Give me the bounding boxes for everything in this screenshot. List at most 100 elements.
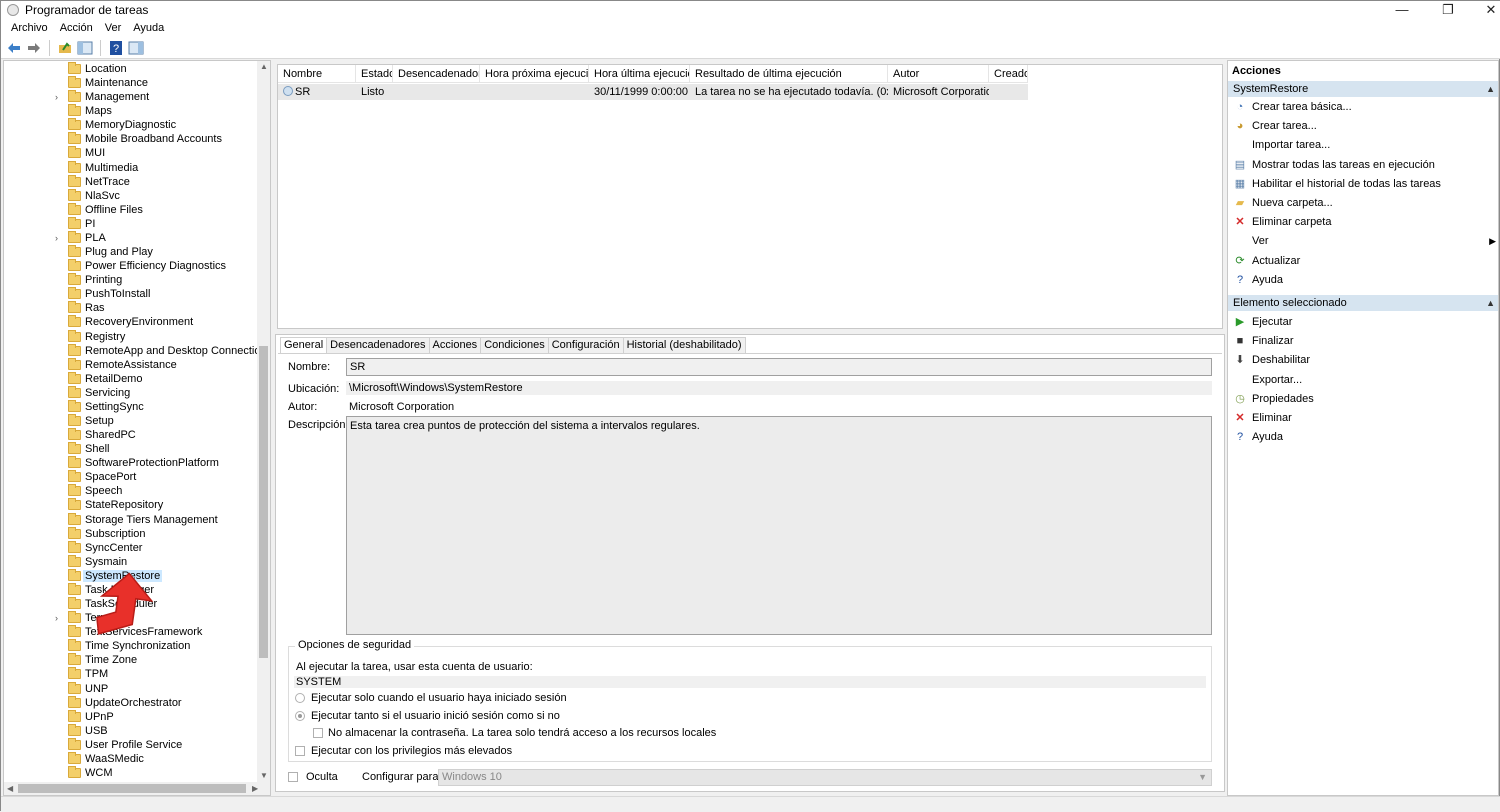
action-item[interactable]: ⬇ Deshabilitar — [1228, 352, 1498, 368]
tree-folder-item[interactable]: Time Zone — [4, 653, 259, 667]
action-item[interactable]: ? Ayuda — [1228, 272, 1498, 288]
menu-accion[interactable]: Acción — [54, 22, 99, 34]
menu-archivo[interactable]: Archivo — [5, 22, 54, 34]
tree-folder-item[interactable]: PushToInstall — [4, 287, 259, 301]
tree-folder-item[interactable]: UPnP — [4, 709, 259, 724]
column-header-resultado[interactable]: Resultado de última ejecución — [690, 65, 888, 82]
expand-chevron-icon[interactable]: › — [55, 92, 63, 102]
expand-chevron-icon[interactable]: › — [55, 233, 63, 243]
column-header-autor[interactable]: Autor — [888, 65, 989, 82]
configure-for-select[interactable]: Windows 10 ▼ — [438, 769, 1212, 786]
column-header-hora-proxima[interactable]: Hora próxima ejecución — [480, 65, 589, 82]
tree-horizontal-scrollbar[interactable]: ◀ ▶ — [4, 782, 270, 795]
tree-folder-item[interactable]: User Profile Service — [4, 737, 259, 752]
radio-run-logged-on[interactable] — [295, 693, 305, 703]
action-item[interactable]: Importar tarea... — [1228, 137, 1498, 153]
tree-folder-item[interactable]: PI — [4, 216, 259, 231]
hidden-checkbox[interactable] — [288, 772, 298, 782]
tree-folder-item[interactable]: UNP — [4, 681, 259, 696]
tree-folder-item[interactable]: WCM — [4, 766, 259, 780]
tree-folder-item[interactable]: RemoteAssistance — [4, 357, 259, 372]
tree-folder-item[interactable]: Power Efficiency Diagnostics — [4, 259, 259, 273]
tree-folder-item[interactable]: › Management — [4, 90, 259, 104]
tree-folder-item[interactable]: SoftwareProtectionPlatform — [4, 456, 259, 470]
menu-ver[interactable]: Ver — [99, 22, 128, 34]
expand-chevron-icon[interactable]: › — [55, 613, 63, 623]
tree-folder-item[interactable]: SharedPC — [4, 428, 259, 442]
tree-folder-item[interactable]: Maintenance — [4, 76, 259, 90]
action-item[interactable]: Ver ▶ — [1228, 233, 1498, 249]
no-store-password-checkbox[interactable] — [313, 728, 323, 738]
tree-folder-item[interactable]: Shell — [4, 442, 259, 456]
tree-folder-item[interactable]: Subscription — [4, 526, 259, 541]
tree-folder-item[interactable]: StateRepository — [4, 498, 259, 512]
radio-run-whether-logged[interactable] — [295, 711, 305, 721]
action-item[interactable]: ■ Finalizar — [1228, 333, 1498, 349]
tree-folder-item[interactable]: SyncCenter — [4, 540, 259, 555]
tree-hscroll-thumb[interactable] — [18, 784, 246, 793]
tree-folder-item[interactable]: RemoteApp and Desktop Connections Up — [4, 343, 270, 358]
tab-historial[interactable]: Historial (deshabilitado) — [622, 337, 746, 353]
action-item[interactable]: ▶ Ejecutar — [1228, 314, 1498, 330]
column-header-creado[interactable]: Creado — [989, 65, 1028, 82]
minimize-button[interactable]: — — [1382, 1, 1422, 19]
tree-folder-item[interactable]: Maps — [4, 104, 259, 118]
tree-folder-item[interactable]: Offline Files — [4, 202, 259, 217]
scroll-right-icon[interactable]: ▶ — [252, 784, 258, 793]
tab-desencadenadores[interactable]: Desencadenadores — [326, 337, 430, 353]
actions-section-header-selected[interactable]: Elemento seleccionado ▲ — [1228, 295, 1498, 311]
tree-folder-item[interactable]: USB — [4, 723, 259, 738]
tree-folder-item[interactable]: MUI — [4, 146, 259, 160]
close-button[interactable]: ✕ — [1471, 1, 1500, 19]
action-item[interactable]: Exportar... — [1228, 372, 1498, 388]
tree-folder-item[interactable]: SettingSync — [4, 399, 259, 414]
action-item[interactable]: ⟳ Actualizar — [1228, 253, 1498, 269]
tree-folder-item[interactable]: Time Synchronization — [4, 639, 259, 653]
collapse-up-icon[interactable]: ▲ — [1486, 81, 1495, 97]
action-item[interactable]: ◔ Crear tarea básica... — [1228, 99, 1498, 115]
up-folder-icon[interactable] — [57, 40, 73, 56]
name-field[interactable]: SR — [346, 358, 1212, 376]
action-item[interactable]: ▦ Habilitar el historial de todas las tar… — [1228, 176, 1498, 192]
task-list[interactable]: Nombre Estado Desencadenadores Hora próx… — [277, 64, 1223, 329]
tree-folder-item[interactable]: TPM — [4, 667, 259, 681]
tree-folder-item[interactable]: RetailDemo — [4, 371, 259, 386]
action-item[interactable]: ? Ayuda — [1228, 429, 1498, 445]
show-hide-action-pane-icon[interactable] — [128, 40, 144, 56]
action-item[interactable]: ▤ Mostrar todas las tareas en ejecución — [1228, 157, 1498, 173]
action-item[interactable]: ✕ Eliminar carpeta — [1228, 214, 1498, 230]
column-header-nombre[interactable]: Nombre — [278, 65, 356, 82]
menu-ayuda[interactable]: Ayuda — [127, 22, 170, 34]
tree-folder-item[interactable]: Setup — [4, 414, 259, 428]
column-header-hora-ultima[interactable]: Hora última ejecución — [589, 65, 690, 82]
tree-folder-item[interactable]: Sysmain — [4, 554, 259, 569]
forward-icon[interactable] — [26, 40, 42, 56]
tree-folder-item[interactable]: Registry — [4, 329, 259, 344]
tree-scroll-thumb[interactable] — [259, 346, 268, 658]
maximize-button[interactable]: ❐ — [1428, 1, 1468, 19]
tab-condiciones[interactable]: Condiciones — [480, 337, 549, 353]
tab-general[interactable]: General — [280, 337, 328, 354]
show-hide-tree-icon[interactable] — [77, 40, 93, 56]
tree-folder-item[interactable]: Speech — [4, 484, 259, 498]
tree-folder-item[interactable]: RecoveryEnvironment — [4, 315, 259, 329]
scroll-left-icon[interactable]: ◀ — [7, 784, 13, 793]
scroll-up-icon[interactable]: ▲ — [260, 62, 268, 71]
scroll-down-icon[interactable]: ▼ — [260, 771, 268, 780]
action-item[interactable]: ✕ Eliminar — [1228, 410, 1498, 426]
back-icon[interactable] — [6, 40, 22, 56]
tab-configuracion[interactable]: Configuración — [547, 337, 624, 353]
action-item[interactable]: ◷ Propiedades — [1228, 391, 1498, 407]
tree-folder-item[interactable]: Multimedia — [4, 160, 259, 175]
action-item[interactable]: ◕ Crear tarea... — [1228, 118, 1498, 134]
tree-folder-item[interactable]: NetTrace — [4, 174, 259, 189]
column-header-estado[interactable]: Estado — [356, 65, 393, 82]
tree-folder-item[interactable]: Location — [4, 62, 259, 76]
tree-folder-item[interactable]: MemoryDiagnostic — [4, 118, 259, 132]
table-row[interactable]: SR Listo 30/11/1999 0:00:00 La tarea no … — [278, 84, 1028, 100]
tree-folder-item[interactable]: Printing — [4, 273, 259, 287]
tree-folder-item[interactable]: Servicing — [4, 385, 259, 400]
tree-folder-item[interactable]: WaaSMedic — [4, 751, 259, 766]
tree-folder-item[interactable]: › PLA — [4, 230, 259, 245]
tree-vertical-scrollbar[interactable]: ▲ ▼ — [257, 61, 270, 783]
